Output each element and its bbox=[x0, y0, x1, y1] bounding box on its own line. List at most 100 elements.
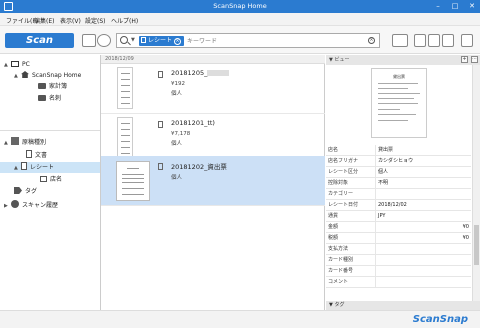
tree-label: ScanSnap Home bbox=[32, 72, 82, 79]
tree-label: 原稿種別 bbox=[22, 139, 47, 146]
scan-button[interactable]: Scan bbox=[5, 33, 74, 48]
property-row[interactable]: レシート日付 2018/12/02 bbox=[326, 200, 471, 211]
property-row[interactable]: 店名フリガナ カシダシヒョウ bbox=[326, 156, 471, 167]
property-value[interactable]: 個人 bbox=[378, 167, 388, 178]
document-thumbnail bbox=[117, 117, 133, 159]
property-value[interactable]: JPY bbox=[378, 211, 385, 222]
document-amount: ¥192 bbox=[171, 81, 185, 87]
property-value[interactable]: カシダシヒョウ bbox=[378, 156, 413, 167]
tree-item-folder-meishi[interactable]: 名刺 bbox=[38, 93, 61, 104]
property-row[interactable]: カード番号 bbox=[326, 266, 471, 277]
tree-item-folder-kakeibo[interactable]: 家計簿 bbox=[38, 81, 67, 92]
collapse-icon[interactable]: ▶ bbox=[4, 201, 11, 212]
clear-icon[interactable]: × bbox=[368, 37, 375, 44]
document-preview[interactable]: 貸出票 bbox=[371, 68, 427, 138]
property-separator bbox=[375, 178, 376, 189]
tree-item-tag[interactable]: タグ bbox=[14, 186, 37, 197]
tree-label: PC bbox=[22, 61, 30, 68]
close-icon[interactable]: ✕ bbox=[464, 0, 480, 13]
history-icon bbox=[11, 200, 19, 208]
search-box[interactable]: ▼ レシート× × bbox=[116, 33, 380, 48]
window-title: ScanSnap Home bbox=[213, 2, 267, 10]
property-separator bbox=[375, 277, 376, 288]
receipt-icon bbox=[141, 37, 146, 43]
tree-label: 文書 bbox=[35, 152, 48, 159]
property-row[interactable]: 通貨 JPY bbox=[326, 211, 471, 222]
tree-label: 名刺 bbox=[49, 95, 62, 102]
tree-label: スキャン履歴 bbox=[22, 202, 59, 209]
tag-header-label: タグ bbox=[334, 302, 345, 308]
tree-item-store[interactable]: 店名 bbox=[40, 174, 62, 185]
document-type: 個人 bbox=[171, 91, 183, 97]
list-item[interactable]: 20181205_ ¥192 個人 bbox=[101, 64, 325, 114]
search-input[interactable] bbox=[187, 36, 357, 46]
expand-icon[interactable]: ▲ bbox=[14, 163, 21, 174]
status-bar: ScanSnap bbox=[0, 310, 480, 328]
panel-toggle-icon[interactable] bbox=[461, 34, 473, 47]
property-separator bbox=[375, 222, 376, 233]
tree-item-scansnap-home[interactable]: ▲ ScanSnap Home bbox=[14, 70, 81, 81]
expand-icon[interactable]: ▲ bbox=[4, 138, 11, 149]
property-row[interactable]: 税額 ¥0 bbox=[326, 233, 471, 244]
property-key: レシート区分 bbox=[328, 169, 359, 175]
scrollbar[interactable] bbox=[472, 65, 480, 301]
property-row[interactable]: 店名 貸出票 bbox=[326, 145, 471, 156]
thumbnail-view-icon[interactable] bbox=[442, 34, 454, 47]
scanner-icon[interactable] bbox=[82, 34, 96, 47]
property-row[interactable]: 控除対象 不明 bbox=[326, 178, 471, 189]
menu-edit[interactable]: 編集(E) bbox=[34, 16, 54, 25]
property-separator bbox=[375, 167, 376, 178]
document-icon bbox=[26, 150, 32, 158]
view-settings-icon[interactable]: ⋯ bbox=[471, 56, 478, 63]
maximize-icon[interactable]: □ bbox=[447, 0, 463, 13]
document-title: 20181202_資出票 bbox=[171, 163, 227, 171]
property-row[interactable]: コメント bbox=[326, 277, 471, 288]
property-row[interactable]: 金額 ¥0 bbox=[326, 222, 471, 233]
property-separator bbox=[375, 156, 376, 167]
property-row[interactable]: レシート区分 個人 bbox=[326, 167, 471, 178]
property-key: 店名フリガナ bbox=[328, 158, 359, 164]
tag-header[interactable]: ▼ タグ bbox=[326, 301, 480, 310]
expand-icon[interactable]: ▲ bbox=[4, 60, 11, 71]
minimize-icon[interactable]: – bbox=[430, 0, 446, 13]
tree-item-pc[interactable]: ▲ PC bbox=[4, 59, 30, 70]
property-value[interactable]: 不明 bbox=[378, 178, 388, 189]
tag-icon bbox=[14, 187, 22, 194]
scrollbar-thumb[interactable] bbox=[474, 225, 479, 265]
menu-view[interactable]: 表示(V) bbox=[60, 16, 81, 25]
property-row[interactable]: 支払方法 bbox=[326, 244, 471, 255]
document-type: 個人 bbox=[171, 175, 183, 181]
tag-remove-icon[interactable]: × bbox=[174, 38, 182, 45]
property-row[interactable]: カード種別 bbox=[326, 255, 471, 266]
sort-icon[interactable] bbox=[392, 34, 408, 47]
tree-item-document[interactable]: 文書 bbox=[26, 150, 47, 161]
document-thumbnail bbox=[117, 67, 133, 109]
property-row[interactable]: カテゴリー bbox=[326, 189, 471, 200]
property-separator bbox=[375, 189, 376, 200]
grid-view-icon[interactable] bbox=[428, 34, 440, 47]
property-separator bbox=[375, 200, 376, 211]
menu-settings[interactable]: 設定(S) bbox=[85, 16, 106, 25]
title-bar: ScanSnap Home – □ ✕ bbox=[0, 0, 480, 13]
menu-bar: ファイル(F) 編集(E) 表示(V) 設定(S) ヘルプ(H) bbox=[0, 13, 480, 26]
property-separator bbox=[375, 244, 376, 255]
list-item-selected[interactable]: 20181202_資出票 個人 bbox=[101, 156, 325, 206]
expand-icon[interactable]: ▲ bbox=[14, 71, 21, 82]
tree-item-doc-types[interactable]: ▲ 原稿種別 bbox=[4, 137, 46, 148]
search-icon[interactable] bbox=[120, 36, 128, 44]
expand-view-icon[interactable]: + bbox=[461, 56, 468, 63]
tree-divider bbox=[0, 130, 100, 131]
chevron-down-icon[interactable]: ▼ bbox=[131, 37, 135, 43]
property-value[interactable]: 貸出票 bbox=[378, 145, 393, 156]
property-value[interactable]: 2018/12/02 bbox=[378, 200, 407, 211]
property-key: レシート日付 bbox=[328, 202, 359, 208]
pc-icon bbox=[11, 61, 19, 67]
list-view-icon[interactable] bbox=[414, 34, 426, 47]
tree-item-receipt[interactable]: ▲ レシート bbox=[0, 162, 100, 173]
search-tag[interactable]: レシート × bbox=[139, 36, 185, 46]
tree-item-history[interactable]: ▶ スキャン履歴 bbox=[4, 200, 58, 211]
preview-title: 貸出票 bbox=[393, 74, 405, 79]
menu-help[interactable]: ヘルプ(H) bbox=[111, 16, 138, 25]
document-amount: ¥7,178 bbox=[171, 131, 191, 137]
cloud-icon[interactable] bbox=[97, 34, 111, 47]
